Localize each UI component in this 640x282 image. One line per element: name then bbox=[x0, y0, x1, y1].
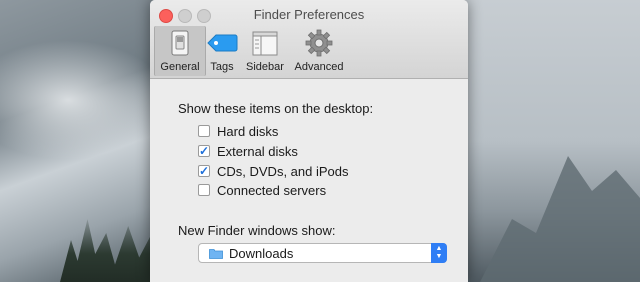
checkbox-hard-disks[interactable]: Hard disks bbox=[198, 122, 278, 140]
desktop-items-label: Show these items on the desktop: bbox=[178, 101, 374, 116]
checkbox-connected-servers[interactable]: Connected servers bbox=[198, 181, 326, 199]
tab-advanced-label: Advanced bbox=[294, 61, 344, 73]
checkbox-cds-dvds-ipods[interactable]: CDs, DVDs, and iPods bbox=[198, 162, 349, 180]
checkbox-box[interactable] bbox=[198, 125, 210, 137]
checkbox-external-disks[interactable]: External disks bbox=[198, 142, 298, 160]
popup-value: Downloads bbox=[229, 245, 294, 261]
tab-sidebar[interactable]: Sidebar bbox=[242, 26, 288, 76]
tag-icon bbox=[207, 34, 238, 52]
checkbox-box[interactable] bbox=[198, 184, 210, 196]
finder-preferences-window: Finder Preferences General Tags Sidebar … bbox=[150, 0, 468, 282]
chevron-updown-icon[interactable]: ▲ ▼ bbox=[431, 243, 447, 263]
downloads-folder-icon bbox=[209, 248, 223, 259]
checkbox-label: External disks bbox=[217, 143, 298, 159]
checkbox-box[interactable] bbox=[198, 165, 210, 177]
mountain-right bbox=[440, 0, 640, 282]
checkbox-box[interactable] bbox=[198, 145, 210, 157]
new-window-location-popup[interactable]: Downloads ▲ ▼ bbox=[198, 243, 447, 263]
checkbox-label: Hard disks bbox=[217, 123, 279, 139]
tab-tags-label: Tags bbox=[210, 61, 234, 73]
new-window-label: New Finder windows show: bbox=[178, 223, 336, 238]
checkbox-label: Connected servers bbox=[217, 182, 327, 198]
sidebar-icon bbox=[252, 31, 278, 56]
window-toolbar: Finder Preferences General Tags Sidebar … bbox=[150, 0, 468, 79]
tab-general-label: General bbox=[160, 61, 200, 73]
checkbox-label: CDs, DVDs, and iPods bbox=[217, 163, 349, 179]
tab-advanced[interactable]: Advanced bbox=[291, 26, 347, 76]
window-title: Finder Preferences bbox=[253, 7, 365, 22]
tab-general[interactable]: General bbox=[154, 26, 206, 76]
tab-sidebar-label: Sidebar bbox=[246, 61, 284, 73]
general-switch-icon bbox=[171, 30, 189, 56]
gear-icon bbox=[305, 29, 333, 57]
tab-tags[interactable]: Tags bbox=[205, 26, 239, 76]
